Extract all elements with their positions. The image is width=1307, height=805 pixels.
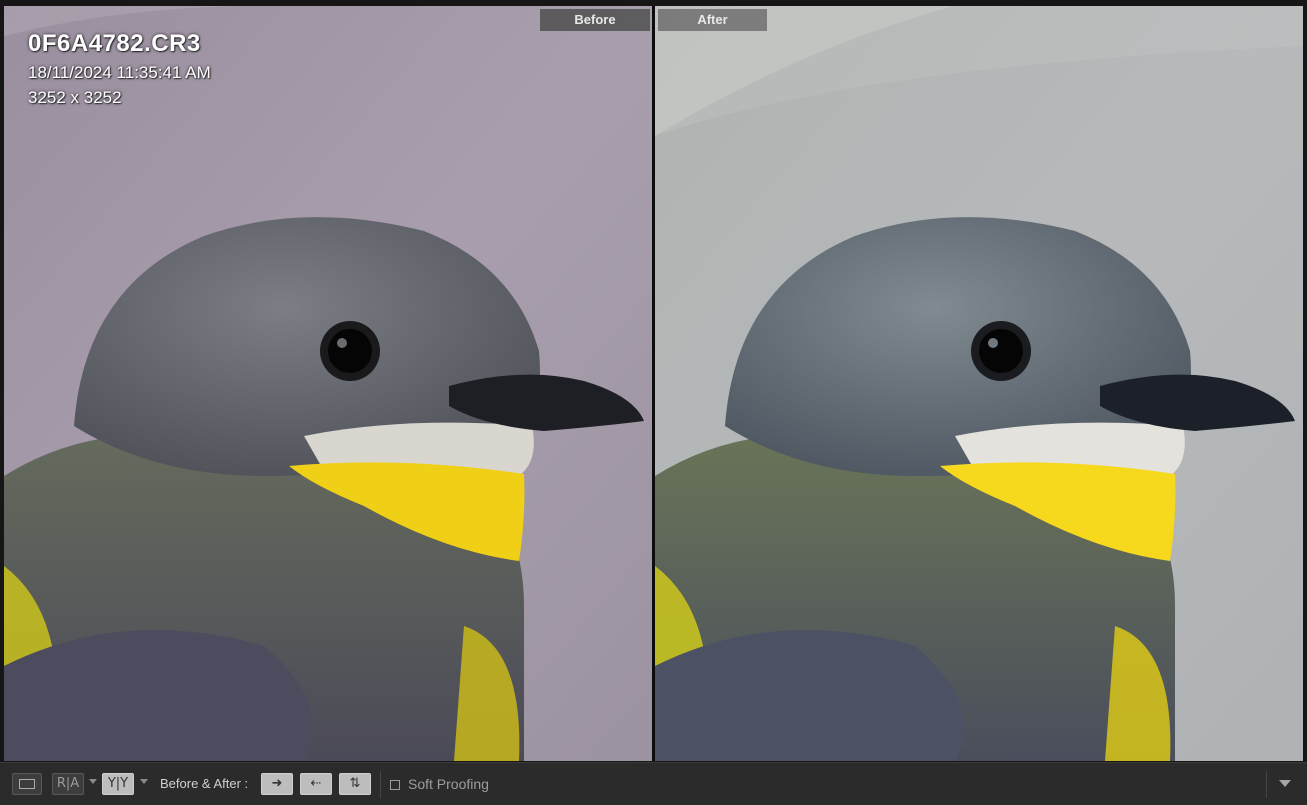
split-yy-icon: Y|Y [107, 776, 129, 791]
compare-toolbar: R|A Y|Y Before & After : ➜ ⇠ ⇅ Soft Proo… [0, 762, 1307, 805]
before-after-label: Before & After : [160, 776, 249, 791]
swap-icon: ⇅ [349, 776, 361, 791]
copy-before-to-after-button[interactable]: ➜ [261, 773, 293, 795]
soft-proofing-checkbox[interactable] [390, 780, 400, 790]
before-photo [4, 6, 652, 761]
image-info-overlay: 0F6A4782.CR3 18/11/2024 11:35:41 AM 3252… [28, 30, 211, 108]
split-ra-icon: R|A [56, 776, 80, 791]
chevron-down-icon[interactable] [1279, 780, 1291, 787]
loupe-view-icon [19, 779, 35, 789]
image-dimensions: 3252 x 3252 [28, 88, 122, 107]
after-label: After [658, 9, 767, 31]
swap-before-after-button[interactable]: ⇅ [339, 773, 371, 795]
before-after-yy-button[interactable]: Y|Y [102, 773, 134, 795]
before-label: Before [540, 9, 650, 31]
soft-proofing-label[interactable]: Soft Proofing [408, 776, 489, 792]
arrow-left-icon: ⇠ [310, 776, 322, 791]
toolbar-separator-right [1266, 771, 1267, 798]
capture-datetime: 18/11/2024 11:35:41 AM [28, 63, 211, 82]
after-image-pane[interactable]: After [655, 6, 1303, 761]
toolbar-separator [380, 771, 381, 798]
after-photo [655, 6, 1303, 761]
copy-after-to-before-button[interactable]: ⇠ [300, 773, 332, 795]
before-after-left-right-button[interactable]: R|A [52, 773, 84, 795]
ra-dropdown-arrow-icon[interactable] [89, 779, 97, 784]
arrow-right-icon: ➜ [271, 776, 283, 791]
lightroom-compare-window: Before 0F6A4782.CR3 18/11/2024 11:35:41 … [0, 0, 1307, 805]
loupe-view-button[interactable] [12, 773, 42, 795]
yy-dropdown-arrow-icon[interactable] [140, 779, 148, 784]
before-image-pane[interactable]: Before 0F6A4782.CR3 18/11/2024 11:35:41 … [4, 6, 652, 761]
file-name: 0F6A4782.CR3 [28, 30, 201, 57]
